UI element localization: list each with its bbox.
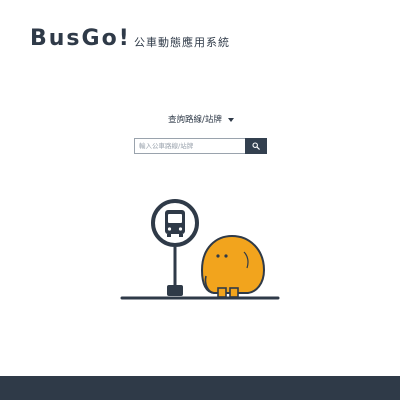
character-mascot-icon: [200, 234, 266, 298]
search-icon: [252, 142, 260, 150]
bus-stop-sign-icon: [151, 199, 199, 296]
search-bar: [134, 138, 267, 154]
search-mode-dropdown[interactable]: 查詢路線/站牌: [168, 113, 234, 125]
brand-logo[interactable]: BusGo!: [30, 26, 131, 51]
search-input[interactable]: [134, 138, 245, 154]
app-subtitle: 公車動態應用系統: [134, 36, 230, 49]
bus-stop-illustration: [120, 199, 280, 300]
search-button[interactable]: [245, 138, 267, 154]
footer-bar: [0, 376, 400, 400]
search-mode-label: 查詢路線/站牌: [168, 115, 222, 125]
caret-down-icon: [227, 117, 234, 122]
